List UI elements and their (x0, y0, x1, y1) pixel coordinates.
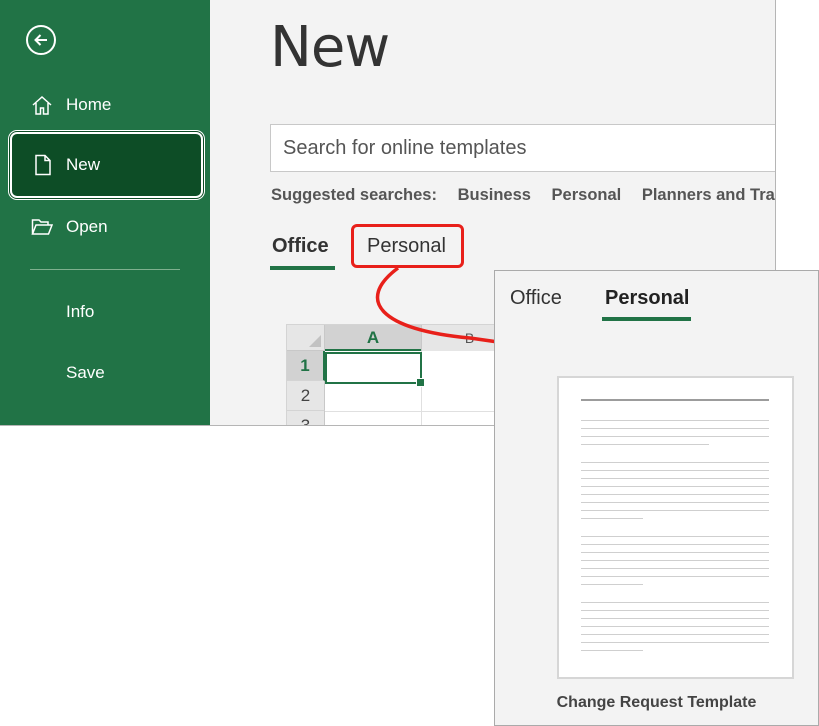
thumbnail-text-line (581, 560, 769, 561)
sidebar-item-new[interactable]: New (10, 132, 203, 198)
sidebar-item-save[interactable]: Save (0, 351, 210, 395)
sidebar-item-label: Save (66, 363, 105, 382)
page-title: New (270, 15, 390, 80)
thumbnail-text-line (581, 478, 769, 479)
thumbnail-text-line (581, 420, 769, 421)
thumbnail-text-line (581, 584, 643, 585)
thumbnail-text-line (581, 510, 769, 511)
suggested-link-business[interactable]: Business (458, 186, 531, 204)
thumbnail-text-line (581, 576, 769, 577)
thumbnail-text-line (581, 568, 769, 569)
home-icon (32, 95, 52, 115)
new-document-icon (35, 154, 51, 176)
sidebar-item-label: Open (66, 217, 108, 236)
back-button[interactable] (26, 25, 56, 55)
column-header-a: A (325, 325, 421, 351)
suggested-link-personal[interactable]: Personal (552, 186, 622, 204)
sidebar-item-info[interactable]: Info (0, 290, 210, 334)
tab-personal[interactable]: Personal (367, 235, 446, 258)
thumbnail-text-line (581, 436, 769, 437)
thumbnail-text-line (581, 428, 769, 429)
sidebar: Home New Open Info Save (0, 0, 210, 425)
thumbnail-text-line (581, 502, 769, 503)
tab-office[interactable]: Office (272, 235, 329, 258)
search-box[interactable] (270, 124, 775, 172)
sidebar-item-label: New (66, 155, 101, 174)
thumbnail-text-line (581, 486, 769, 487)
thumbnail-text-line (581, 610, 769, 611)
thumbnail-text-line (581, 626, 769, 627)
select-all-corner (287, 325, 325, 351)
thumbnail-text-line (581, 518, 643, 519)
thumbnail-text-line (581, 634, 769, 635)
sidebar-divider (30, 269, 180, 270)
thumbnail-text-line (581, 552, 769, 553)
sidebar-item-open[interactable]: Open (0, 205, 210, 249)
suggested-link-planners[interactable]: Planners and Trac (642, 186, 775, 204)
folder-open-icon (31, 219, 53, 235)
thumbnail-heading-line (581, 399, 769, 401)
active-cell-a1 (325, 352, 425, 387)
row-header-2: 2 (287, 381, 325, 411)
thumbnail-text-line (581, 544, 769, 545)
thumbnail-text-line (581, 494, 769, 495)
personal-tab-callout: Office Personal Change Request Template (494, 270, 819, 726)
tab-office-underline (270, 266, 335, 270)
callout-tab-underline (602, 317, 691, 321)
thumbnail-text-line (581, 470, 769, 471)
thumbnail-text-line (581, 462, 769, 463)
suggested-searches-label: Suggested searches: (271, 186, 437, 204)
search-input[interactable] (281, 125, 765, 171)
sidebar-item-home[interactable]: Home (0, 83, 210, 127)
back-arrow-icon (34, 34, 47, 46)
thumbnail-text-line (581, 650, 643, 651)
thumbnail-text-line (581, 536, 769, 537)
row-header-3: 3 (287, 411, 325, 425)
sidebar-item-label: Home (66, 95, 112, 114)
thumbnail-text-line (581, 642, 769, 643)
template-name[interactable]: Change Request Template (495, 694, 818, 712)
row-header-1: 1 (287, 351, 325, 381)
thumbnail-text-line (581, 618, 769, 619)
template-thumbnail[interactable] (557, 376, 794, 679)
suggested-searches: Suggested searches: Business Personal Pl… (271, 186, 775, 205)
callout-tab-personal[interactable]: Personal (605, 287, 689, 310)
thumbnail-text-line (581, 444, 709, 445)
thumbnail-text-line (581, 602, 769, 603)
sidebar-item-label: Info (66, 302, 95, 321)
callout-tab-office[interactable]: Office (510, 287, 562, 310)
